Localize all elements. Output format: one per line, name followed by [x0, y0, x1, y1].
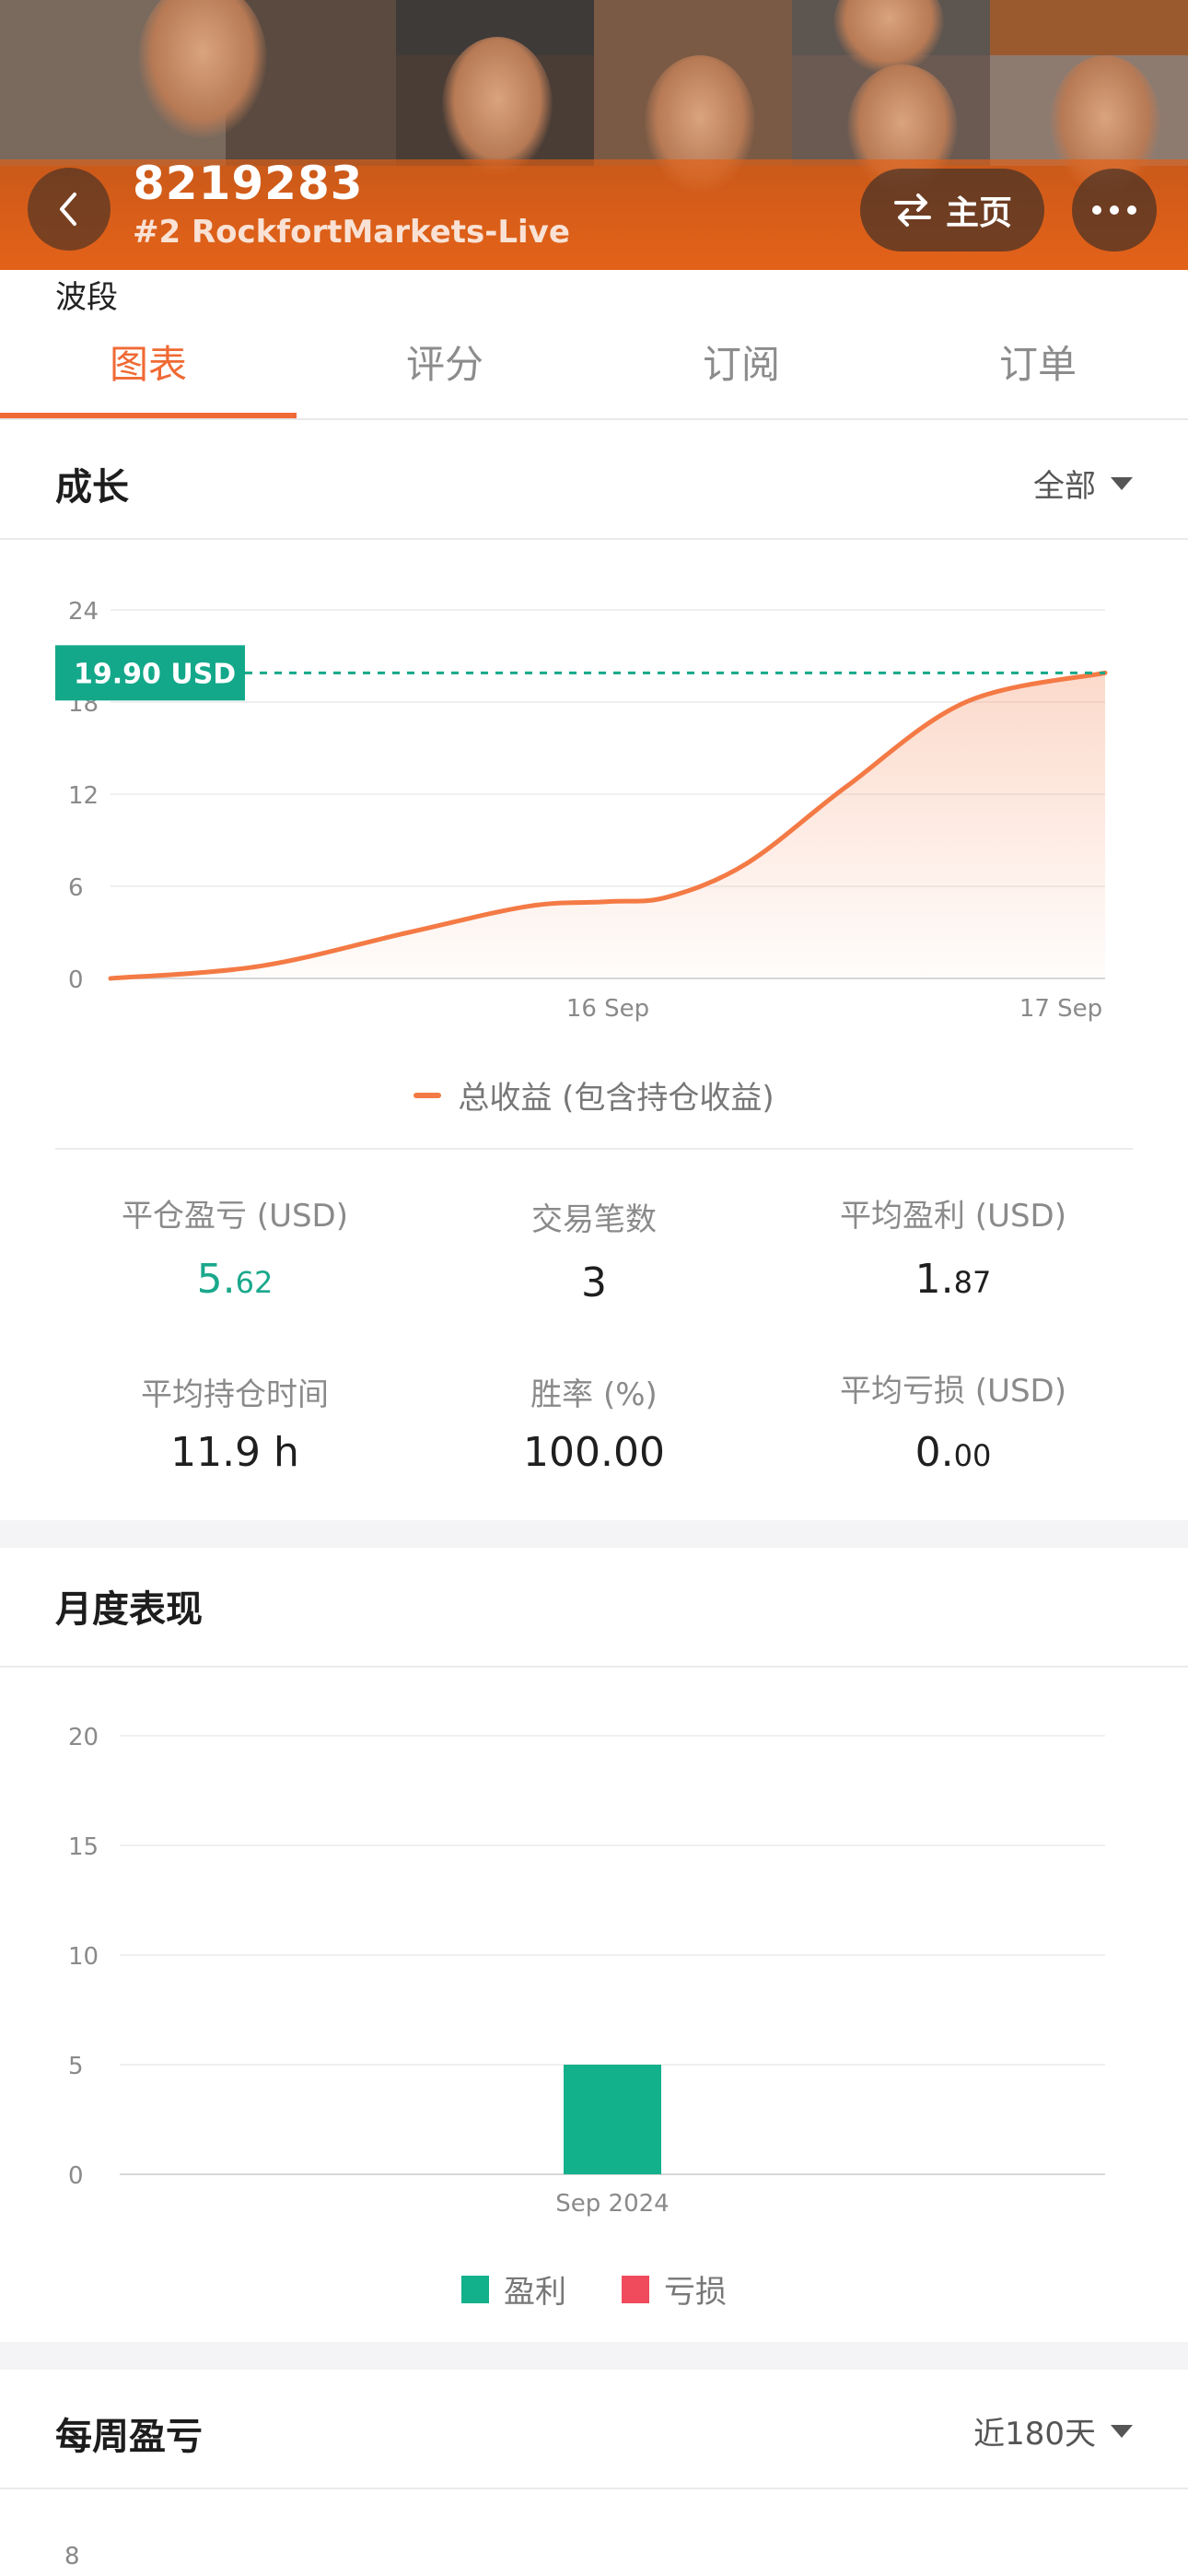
tab-rating[interactable]: 评分 — [297, 334, 593, 390]
active-tab-indicator — [0, 413, 297, 418]
tab-subscribe[interactable]: 订阅 — [593, 334, 890, 390]
current-value-badge: 19.90 USD — [55, 645, 245, 701]
home-button[interactable]: 主页 — [860, 169, 1044, 252]
growth-area-fill — [111, 673, 1105, 978]
current-value-badge-text: 19.90 USD — [74, 658, 236, 690]
y-tick-label: 0 — [68, 2162, 84, 2190]
monthly-chart: 0 5 10 15 20 Sep 2024 — [68, 1724, 1105, 2218]
stat-value: 0.00 — [914, 1429, 992, 1476]
more-options-button[interactable] — [1072, 169, 1157, 252]
growth-chart: 06121824 19.90 USD 16 Sep 17 Sep — [55, 598, 1108, 1023]
weekly-y-tick: 8 — [64, 2543, 80, 2570]
stat-value: 5.62 — [196, 1256, 274, 1303]
strategy-label: 波段 — [55, 279, 118, 316]
stat-win-rate: 胜率 (%) 100.00 — [414, 1369, 774, 1476]
stat-closed-pnl: 平仓盈亏 (USD) 5.62 — [55, 1190, 414, 1303]
stat-label: 胜率 (%) — [530, 1376, 658, 1413]
legend-label-profit: 盈利 — [504, 2274, 566, 2311]
stat-label: 平均亏损 (USD) — [840, 1373, 1066, 1410]
stat-trade-count: 交易笔数 3 — [414, 1194, 774, 1306]
growth-section-header: 成长 全部 — [0, 420, 1188, 540]
monthly-legend: 盈利 亏损 — [0, 2266, 1188, 2312]
growth-legend: 总收益 (包含持仓收益) — [0, 1072, 1188, 1118]
home-button-label: 主页 — [945, 194, 1012, 232]
weekly-title: 每周盈亏 — [55, 2416, 203, 2458]
legend-label-loss: 亏损 — [664, 2274, 727, 2311]
stat-label: 平均盈利 (USD) — [840, 1198, 1066, 1235]
swap-arrows-icon — [893, 193, 931, 227]
monthly-title: 月度表现 — [55, 1588, 203, 1631]
stat-label: 交易笔数 — [531, 1201, 657, 1238]
legend-swatch-loss — [622, 2275, 649, 2303]
section-separator — [0, 1520, 1188, 1548]
stat-value: 1.87 — [914, 1256, 992, 1303]
dropdown-arrow-icon — [1111, 2424, 1133, 2438]
account-header: 8219283 #2 RockfortMarkets-Live 主页 — [0, 0, 1188, 270]
stat-label: 平均持仓时间 — [141, 1376, 329, 1413]
server-name: #2 RockfortMarkets-Live — [133, 214, 570, 251]
legend-item-profit: 盈利 — [461, 2266, 566, 2312]
weekly-range-value: 近180天 — [973, 2416, 1096, 2453]
y-tick-label: 15 — [68, 1833, 99, 1861]
legend-line-swatch — [413, 1092, 442, 1098]
tab-orders[interactable]: 订单 — [890, 334, 1186, 390]
y-tick-label: 6 — [68, 874, 84, 902]
back-button[interactable] — [28, 168, 111, 251]
legend-item-loss: 亏损 — [622, 2266, 727, 2312]
dropdown-arrow-icon — [1111, 476, 1133, 490]
stat-avg-profit: 平均盈利 (USD) 1.87 — [774, 1190, 1133, 1303]
growth-range-value: 全部 — [1033, 468, 1096, 505]
tab-bar: 图表 评分 订阅 订单 — [0, 313, 1188, 420]
monthly-section-header: 月度表现 — [0, 1548, 1188, 1668]
stat-label: 平仓盈亏 (USD) — [122, 1198, 348, 1235]
x-tick-label: 16 Sep — [566, 995, 649, 1023]
y-tick-label: 12 — [68, 782, 99, 810]
account-id: 8219283 — [133, 157, 364, 210]
stat-avg-hold-time: 平均持仓时间 11.9 h — [55, 1369, 414, 1476]
stat-avg-loss: 平均亏损 (USD) 0.00 — [774, 1365, 1133, 1476]
y-tick-label: 0 — [68, 966, 84, 994]
x-tick-label: Sep 2024 — [555, 2190, 669, 2218]
y-tick-label: 5 — [68, 2053, 84, 2080]
more-dots-icon — [1092, 205, 1136, 215]
tab-chart[interactable]: 图表 — [0, 334, 297, 390]
growth-title: 成长 — [55, 466, 129, 509]
x-tick-label: 17 Sep — [1019, 995, 1102, 1023]
stat-value: 100.00 — [523, 1429, 665, 1476]
y-tick-label: 10 — [68, 1943, 99, 1971]
chevron-left-icon — [60, 193, 76, 226]
stat-value: 11.9 h — [170, 1429, 299, 1476]
stat-value: 3 — [581, 1259, 607, 1306]
y-tick-label: 20 — [68, 1724, 99, 1751]
bar-profit — [564, 2065, 661, 2174]
weekly-section-header: 每周盈亏 近180天 — [0, 2370, 1188, 2489]
legend-swatch-profit — [461, 2275, 489, 2303]
growth-legend-label: 总收益 (包含持仓收益) — [458, 1080, 775, 1117]
section-separator — [0, 2342, 1188, 2370]
growth-range-dropdown[interactable]: 全部 — [1033, 461, 1133, 506]
divider — [55, 1148, 1133, 1150]
y-tick-label: 24 — [68, 598, 99, 626]
weekly-range-dropdown[interactable]: 近180天 — [973, 2408, 1133, 2453]
